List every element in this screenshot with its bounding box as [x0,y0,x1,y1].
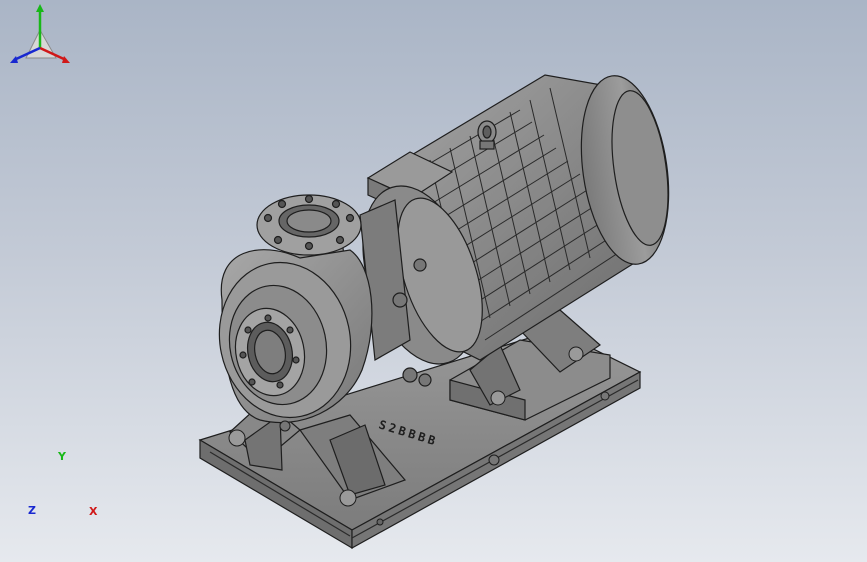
lifting-eye [477,120,497,150]
graphics-viewport[interactable]: S2BBBB X Y Z [0,0,867,562]
triad-x-label: X [89,505,98,518]
triad-z-label: Z [28,504,36,517]
triad-y-label: Y [58,450,66,463]
orientation-triad[interactable] [0,0,80,72]
pump-assembly-model[interactable]: S2BBBB [0,0,867,562]
